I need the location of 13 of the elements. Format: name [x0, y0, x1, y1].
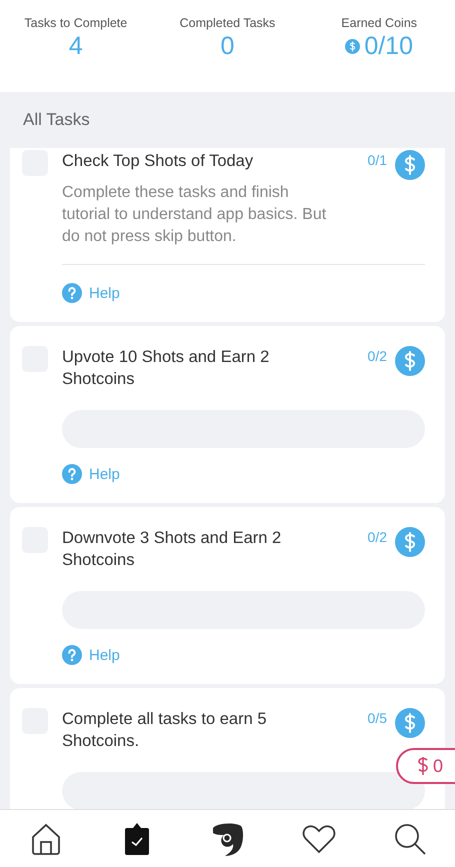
stat-label: Earned Coins [341, 16, 418, 30]
task-title: Downvote 3 Shots and Earn 2 Shotcoins [62, 528, 282, 571]
task-title: Upvote 10 Shots and Earn 2 Shotcoins [62, 347, 270, 390]
stat-label: Tasks to Complete [24, 16, 128, 30]
task-title: Complete all tasks to earn 5 Shotcoins. [62, 709, 268, 752]
stat-value: 4 [68, 32, 83, 61]
section-title: All Tasks [23, 110, 90, 130]
stat-value: 0/10 [364, 32, 413, 61]
stat-label: Completed Tasks [180, 16, 276, 30]
balance-value: 0 [432, 756, 443, 776]
task-title: Check Top Shots of Today [62, 151, 254, 172]
stat-value: 0 [220, 32, 234, 61]
task-description: Complete these tasks and finish tutorial to understand app basics. But do not press skip button. [62, 183, 328, 247]
